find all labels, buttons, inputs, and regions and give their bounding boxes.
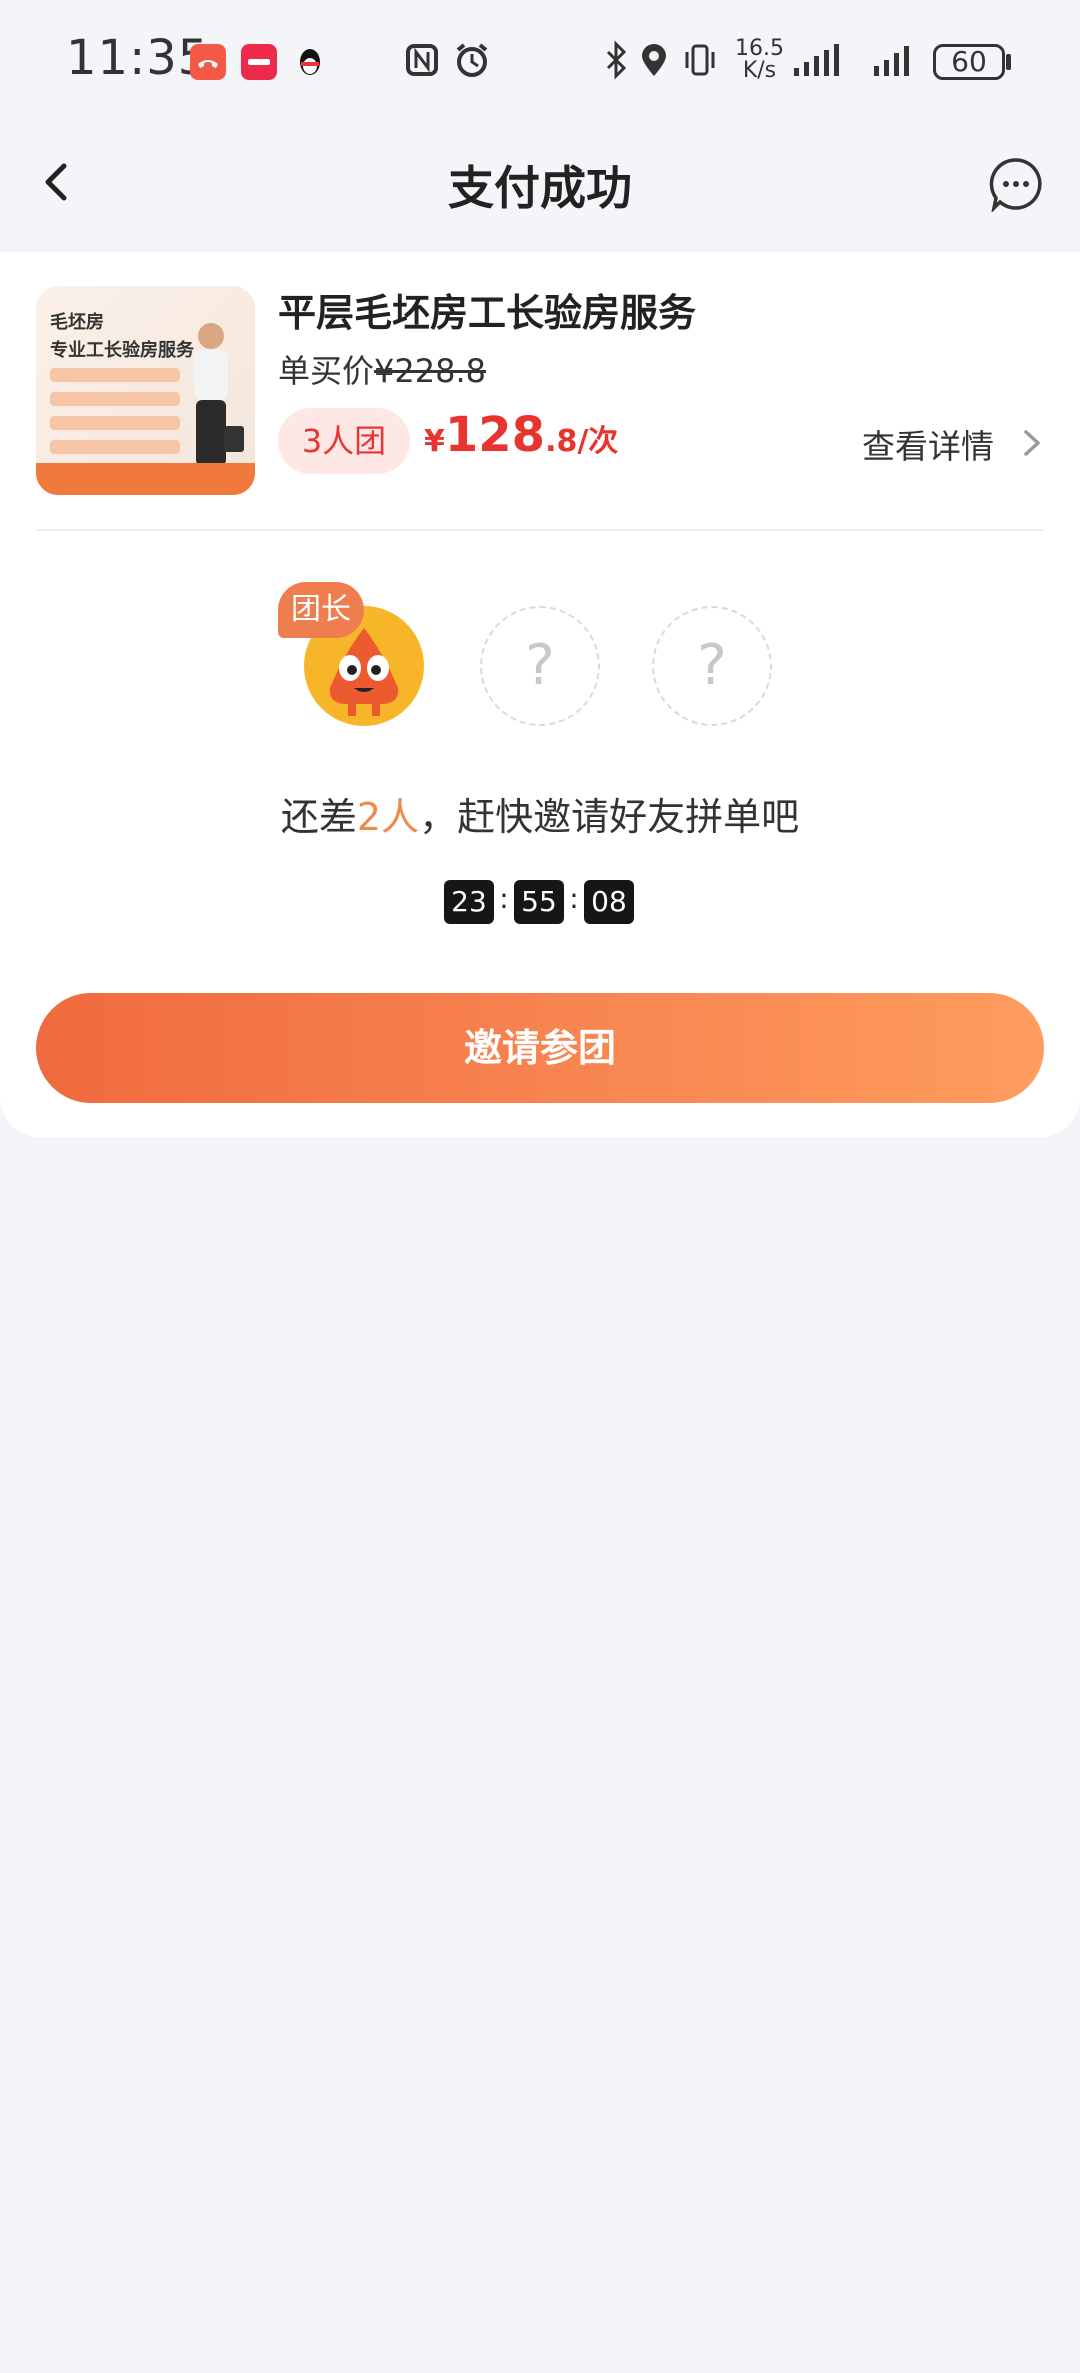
message-button[interactable] (988, 156, 1044, 214)
invite-hint: 还差2人，赶快邀请好友拼单吧 (280, 795, 800, 839)
missed-call-icon (190, 44, 226, 80)
order-card: 毛坯房 专业工长验房服务 平层毛坯房工长验房服务 单买价¥228.8 3人团 ¥… (0, 252, 1080, 1137)
location-icon (634, 40, 674, 80)
thumb-bullet (50, 416, 180, 430)
thumb-bullet (50, 392, 180, 406)
timer-seconds: 08 (584, 880, 634, 924)
thumb-bullet (50, 440, 180, 454)
timer-minutes: 55 (514, 880, 564, 924)
status-time: 11:35 (66, 30, 210, 86)
chevron-right-icon[interactable] (1020, 426, 1044, 460)
empty-member-slot: ? (652, 606, 772, 726)
bluetooth-icon (596, 40, 636, 80)
leader-badge: 团长 (278, 582, 364, 638)
nav-bar: 支付成功 (0, 120, 1080, 250)
view-details-link[interactable]: 查看详情 (862, 420, 994, 468)
xiaohongshu-icon (241, 44, 277, 80)
worker-figure (194, 323, 244, 466)
network-speed: 16.5 K/s (735, 36, 784, 83)
empty-member-slot: ? (480, 606, 600, 726)
single-buy-price: 单买价¥228.8 (278, 352, 486, 390)
product-thumbnail[interactable]: 毛坯房 专业工长验房服务 (36, 286, 255, 495)
signal-icon (870, 40, 926, 80)
invite-join-button[interactable]: 邀请参团 (36, 993, 1044, 1103)
divider (36, 529, 1044, 531)
signal-icon (790, 40, 854, 80)
thumb-footer-banner (36, 463, 255, 495)
group-price: ¥128.8/次 (424, 407, 619, 463)
thumb-subtitle: 专业工长验房服务 (50, 340, 194, 361)
group-size-tag: 3人团 (278, 408, 410, 474)
qq-icon (292, 44, 328, 80)
timer-separator: : (499, 882, 509, 915)
thumb-bullet (50, 368, 180, 382)
page-title: 支付成功 (448, 161, 632, 215)
status-bar: 11:35 16.5 K/s 60 (0, 0, 1080, 120)
battery-indicator: 60 (933, 44, 1005, 80)
timer-separator: : (569, 882, 579, 915)
product-title: 平层毛坯房工长验房服务 (278, 291, 697, 335)
alarm-icon (452, 40, 492, 80)
battery-tip (1006, 54, 1011, 70)
thumb-title: 毛坯房 (50, 312, 104, 333)
chat-bubble-icon (989, 158, 1042, 214)
timer-hours: 23 (444, 880, 494, 924)
nfc-icon (402, 40, 442, 80)
vibrate-icon (680, 40, 720, 80)
